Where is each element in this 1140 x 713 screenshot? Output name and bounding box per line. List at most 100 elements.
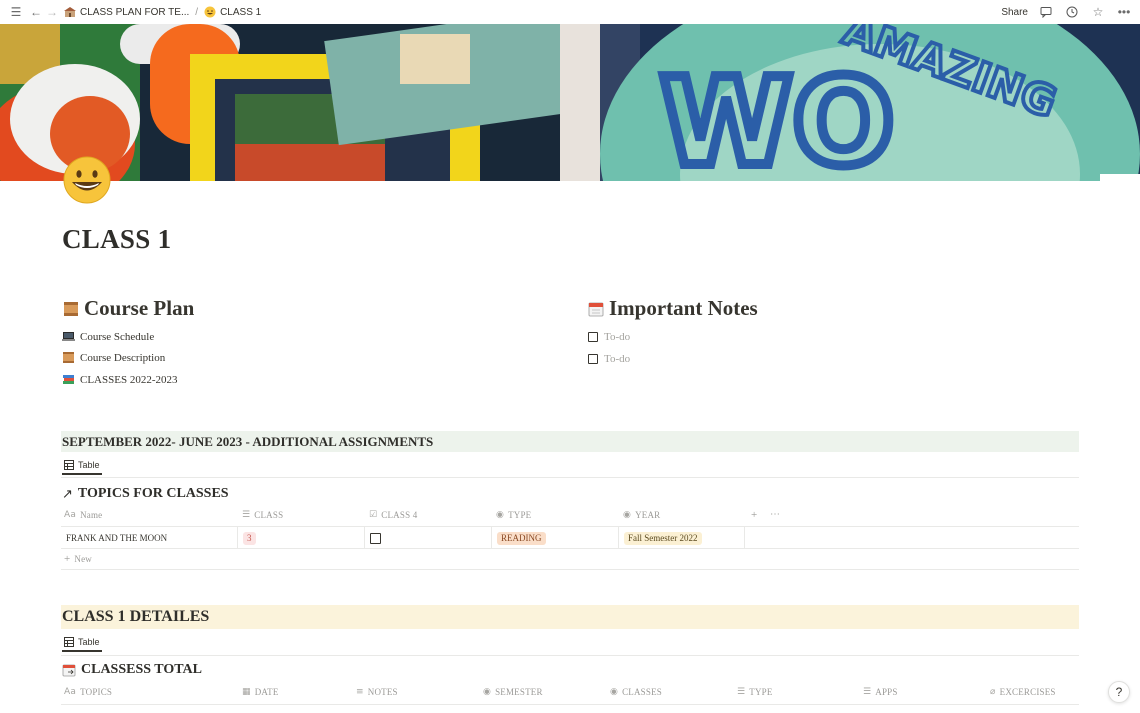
tab-label: Table — [78, 460, 100, 470]
column-header-name[interactable]: Aa Name — [64, 510, 102, 520]
column-header-semester[interactable]: ◉ SEMESTER — [483, 687, 543, 697]
important-notes-heading: Important Notes — [587, 296, 758, 321]
cell-divider — [237, 527, 238, 548]
select-property-icon: ◉ — [610, 687, 619, 697]
column-header-label: CLASSES — [622, 687, 662, 697]
column-header-label: APPS — [875, 687, 898, 697]
todo-item[interactable]: To-do — [588, 353, 630, 365]
column-header-topics[interactable]: Aa TOPICS — [64, 687, 112, 697]
new-row-label: New — [74, 554, 92, 564]
page-title: CLASS 1 — [62, 224, 172, 254]
back-arrow-icon[interactable]: ← — [28, 4, 44, 20]
details-band-title: CLASS 1 DETAILES — [62, 608, 210, 625]
divider — [61, 569, 1079, 570]
tab-table-view[interactable]: Table — [62, 457, 102, 475]
todo-placeholder[interactable]: To-do — [604, 331, 630, 343]
plus-icon: + — [64, 553, 71, 565]
column-header-label: DATE — [254, 687, 279, 697]
smiley-icon — [204, 6, 216, 18]
details-band-heading: CLASS 1 DETAILES — [61, 605, 1079, 629]
column-header-date[interactable]: ▦ DATE — [242, 687, 279, 697]
column-header-label: EXCERCISES — [999, 687, 1056, 697]
link-arrow-icon: ↗ — [62, 486, 73, 501]
column-header-apps[interactable]: ☰ APPS — [863, 687, 898, 697]
divider — [61, 704, 1079, 705]
cell-class-4[interactable] — [370, 533, 381, 546]
divider — [61, 548, 1079, 549]
course-plan-heading-text: Course Plan — [84, 296, 195, 320]
smiley-icon[interactable] — [62, 155, 112, 205]
cover-image: WO AMAZING — [0, 24, 1140, 181]
cell-type[interactable]: READING — [497, 532, 546, 545]
menu-icon[interactable]: ☰ — [8, 4, 24, 20]
tab-label: Table — [78, 637, 100, 647]
column-header-label: CLASS 4 — [381, 510, 418, 520]
checkbox-property-icon: ☑ — [369, 510, 378, 520]
text-lines-property-icon: ≡ — [356, 687, 364, 697]
assignments-band-heading: SEPTEMBER 2022- JUNE 2023 - ADDITIONAL A… — [61, 431, 1079, 452]
date-property-icon: ▦ — [242, 687, 251, 697]
list-property-icon: ☰ — [863, 687, 872, 697]
laptop-icon — [62, 332, 75, 341]
top-bar: ☰ ← → CLASS PLAN FOR TE... / CLASS 1 Sha… — [0, 0, 1140, 24]
forward-arrow-icon[interactable]: → — [44, 4, 60, 20]
calendar-icon — [588, 302, 604, 316]
column-header-excercises[interactable]: ⌀ EXCERCISES — [990, 687, 1056, 697]
column-header-label: SEMESTER — [495, 687, 543, 697]
breadcrumb-parent-label: CLASS PLAN FOR TE... — [80, 6, 190, 18]
tab-table-view[interactable]: Table — [62, 634, 102, 652]
breadcrumb-parent[interactable]: CLASS PLAN FOR TE... — [60, 6, 193, 18]
more-options-icon[interactable]: ⋯ — [770, 509, 780, 520]
link-label: Course Description — [80, 351, 166, 364]
link-label: CLASSES 2022-2023 — [80, 373, 178, 386]
column-header-type[interactable]: ☰ TYPE — [737, 687, 773, 697]
todo-item[interactable]: To-do — [588, 331, 630, 343]
link-course-schedule[interactable]: Course Schedule — [62, 330, 154, 343]
cell-name[interactable]: FRANK AND THE MOON — [66, 533, 167, 543]
calendar-icon — [62, 664, 76, 677]
divider — [61, 526, 1079, 527]
course-plan-heading: Course Plan — [62, 296, 194, 321]
breadcrumb-current[interactable]: CLASS 1 — [200, 6, 265, 18]
select-property-icon: ◉ — [496, 510, 505, 520]
link-course-description[interactable]: Course Description — [62, 351, 165, 364]
column-header-label: Name — [80, 510, 103, 520]
cell-divider — [744, 527, 745, 548]
assignments-band-title: SEPTEMBER 2022- JUNE 2023 - ADDITIONAL A… — [62, 433, 434, 449]
type-tag: READING — [497, 532, 546, 545]
clock-icon[interactable] — [1064, 4, 1080, 20]
help-button[interactable]: ? — [1108, 681, 1130, 703]
comment-icon[interactable] — [1038, 4, 1054, 20]
table-icon — [64, 460, 74, 470]
text-property-icon: Aa — [64, 510, 77, 520]
column-header-type[interactable]: ◉ TYPE — [496, 510, 531, 520]
column-header-class-4[interactable]: ☑ CLASS 4 — [369, 510, 417, 520]
column-header-class[interactable]: ☰ CLASS — [242, 510, 283, 520]
column-header-label: TYPE — [749, 687, 773, 697]
school-icon — [64, 7, 76, 17]
share-button[interactable]: Share — [1001, 7, 1028, 18]
column-header-label: NOTES — [367, 687, 398, 697]
column-header-notes[interactable]: ≡ NOTES — [356, 687, 398, 697]
todo-checkbox[interactable] — [588, 354, 598, 364]
column-header-year[interactable]: ◉ YEAR — [623, 510, 660, 520]
class-4-checkbox[interactable] — [370, 533, 381, 544]
breadcrumb-separator: / — [195, 6, 199, 18]
link-classes-2022-2023[interactable]: CLASSES 2022-2023 — [62, 373, 178, 386]
column-header-label: YEAR — [635, 510, 661, 520]
add-property-icon[interactable]: + — [751, 509, 757, 521]
database-title[interactable]: CLASSESS TOTAL — [62, 662, 202, 678]
more-options-icon[interactable]: ••• — [1116, 4, 1132, 20]
cell-class[interactable]: 3 — [243, 532, 256, 545]
star-icon[interactable]: ☆ — [1090, 4, 1106, 20]
todo-checkbox[interactable] — [588, 332, 598, 342]
column-header-classes[interactable]: ◉ CLASSES — [610, 687, 662, 697]
column-header-label: TYPE — [508, 510, 532, 520]
database-title[interactable]: ↗ TOPICS FOR CLASSES — [62, 486, 229, 502]
todo-placeholder[interactable]: To-do — [604, 353, 630, 365]
topbar-actions: Share ☆ ••• — [1001, 0, 1132, 24]
new-row-button[interactable]: + New — [64, 553, 92, 565]
list-property-icon: ☰ — [242, 510, 251, 520]
year-tag: Fall Semester 2022 — [624, 532, 702, 545]
cell-year[interactable]: Fall Semester 2022 — [624, 532, 702, 545]
